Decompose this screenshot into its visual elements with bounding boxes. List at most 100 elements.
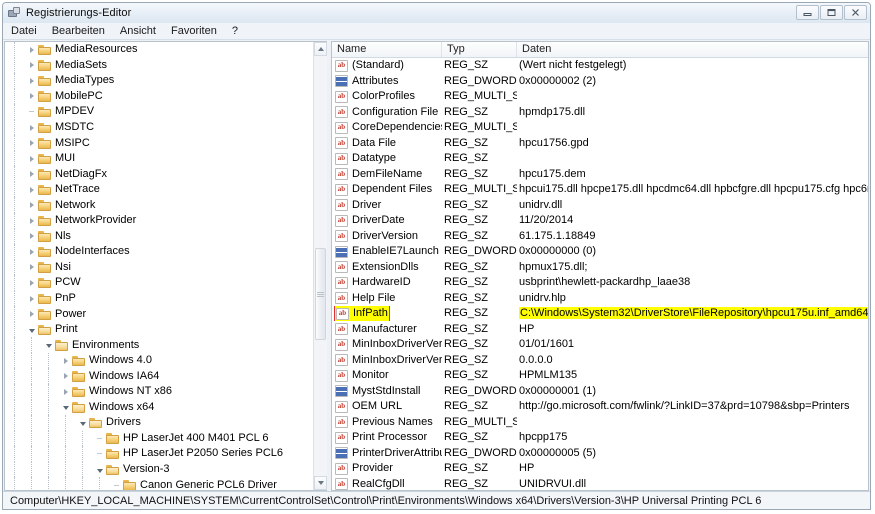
column-header-data[interactable]: Daten xyxy=(517,42,868,57)
tree-item[interactable]: NodeInterfaces xyxy=(5,244,313,260)
minimize-button[interactable] xyxy=(796,5,819,20)
collapse-arrow-icon[interactable] xyxy=(77,417,88,428)
tree-scroll-up-button[interactable] xyxy=(314,42,327,56)
menu-help[interactable]: ? xyxy=(232,23,247,39)
column-header-type[interactable]: Typ xyxy=(442,42,517,57)
tree-item[interactable]: MediaResources xyxy=(5,42,313,58)
tree-item[interactable]: PCW xyxy=(5,275,313,291)
value-row[interactable]: Driver REG_SZ unidrv.dll xyxy=(332,198,868,214)
tree-item[interactable]: HP LaserJet P2050 Series PCL6 xyxy=(5,446,313,462)
expand-arrow-icon[interactable] xyxy=(26,309,37,320)
tree-item[interactable]: Version-3 xyxy=(5,461,313,478)
tree-item[interactable]: Canon Generic PCL6 Driver xyxy=(5,477,313,490)
value-row[interactable]: ExtensionDlls REG_SZ hpmux175.dll; xyxy=(332,260,868,276)
tree-item[interactable]: NetTrace xyxy=(5,181,313,198)
tree-item[interactable]: MobilePC xyxy=(5,88,313,105)
value-row[interactable]: Provider REG_SZ HP xyxy=(332,461,868,477)
expand-arrow-icon[interactable] xyxy=(26,44,37,55)
value-row[interactable]: DemFileName REG_SZ hpcu175.dem xyxy=(332,167,868,183)
tree-item[interactable]: Print xyxy=(5,321,313,338)
collapse-arrow-icon[interactable] xyxy=(26,324,37,335)
expand-arrow-icon[interactable] xyxy=(26,293,37,304)
tree-item[interactable]: Nsi xyxy=(5,259,313,276)
value-row[interactable]: InfPath REG_SZ C:\Windows\System32\DriverS… xyxy=(332,306,868,322)
expand-arrow-icon[interactable] xyxy=(26,75,37,86)
collapse-arrow-icon[interactable] xyxy=(60,402,71,413)
collapse-arrow-icon[interactable] xyxy=(43,340,54,351)
expand-arrow-icon[interactable] xyxy=(26,246,37,257)
expand-arrow-icon[interactable] xyxy=(26,215,37,226)
value-row[interactable]: RealCfgDll REG_SZ UNIDRVUI.dll xyxy=(332,477,868,490)
value-row[interactable]: Attributes REG_DWORD 0x00000002 (2) xyxy=(332,74,868,90)
value-row[interactable]: Configuration File REG_SZ hpmdp175.dll xyxy=(332,105,868,121)
expand-arrow-icon[interactable] xyxy=(26,231,37,242)
menu-datei[interactable]: Datei xyxy=(11,23,46,39)
tree-scrollbar-thumb[interactable] xyxy=(315,248,326,340)
expand-arrow-icon[interactable] xyxy=(26,262,37,273)
registry-key-tree[interactable]: MediaResources MediaSets MediaTypes MobileP… xyxy=(5,42,313,490)
value-row[interactable]: (Standard) REG_SZ (Wert nicht festgelegt) xyxy=(332,58,868,74)
value-row[interactable]: MinInboxDriverVerVersionREG_SZ 0.0.0.0 xyxy=(332,353,868,369)
expand-arrow-icon[interactable] xyxy=(26,169,37,180)
value-row[interactable]: Previous Names REG_MULTI_SZ xyxy=(332,415,868,431)
tree-item[interactable]: PnP xyxy=(5,290,313,307)
value-row[interactable]: Help File REG_SZ unidrv.hlp xyxy=(332,291,868,307)
value-row[interactable]: ColorProfiles REG_MULTI_SZ xyxy=(332,89,868,105)
value-row[interactable]: EnableIE7Launch REG_DWORD 0x00000000 (0) xyxy=(332,244,868,260)
tree-item[interactable]: Windows IA64 xyxy=(5,368,313,385)
tree-item[interactable]: MUI xyxy=(5,150,313,167)
collapse-arrow-icon[interactable] xyxy=(94,464,105,475)
menu-ansicht[interactable]: Ansicht xyxy=(120,23,165,39)
value-row[interactable]: Manufacturer REG_SZ HP xyxy=(332,322,868,338)
value-row[interactable]: PrinterDriverAttributesREG_DWORD0x000000… xyxy=(332,446,868,462)
value-row[interactable]: Monitor REG_SZ HPMLM135 xyxy=(332,368,868,384)
tree-item[interactable]: Windows x64 xyxy=(5,399,313,416)
value-row[interactable]: HardwareID REG_SZ usbprint\hewlett-packard… xyxy=(332,275,868,291)
value-row[interactable]: OEM URL REG_SZ http://go.microsoft.com/fwl… xyxy=(332,399,868,415)
expand-arrow-icon[interactable] xyxy=(60,355,71,366)
expand-arrow-icon[interactable] xyxy=(26,200,37,211)
tree-item[interactable]: Environments xyxy=(5,337,313,353)
menu-bearbeiten[interactable]: Bearbeiten xyxy=(52,23,114,39)
expand-arrow-icon[interactable] xyxy=(60,386,71,397)
expand-arrow-icon[interactable] xyxy=(26,122,37,133)
expand-arrow-icon[interactable] xyxy=(26,91,37,102)
tree-scroll-down-button[interactable] xyxy=(314,476,327,490)
tree-item[interactable]: Windows NT x86 xyxy=(5,384,313,400)
tree-item[interactable]: MSIPC xyxy=(5,135,313,151)
expand-arrow-icon[interactable] xyxy=(26,277,37,288)
expand-arrow-icon[interactable] xyxy=(26,60,37,71)
expand-arrow-icon[interactable] xyxy=(26,184,37,195)
title-bar[interactable]: Registrierungs-Editor xyxy=(3,3,870,23)
value-row[interactable]: Datatype REG_SZ xyxy=(332,151,868,167)
tree-item[interactable]: Power xyxy=(5,306,313,322)
value-row[interactable]: DriverDate REG_SZ 11/20/2014 xyxy=(332,213,868,229)
value-row[interactable]: Data File REG_SZ hpcu1756.gpd xyxy=(332,136,868,152)
tree-item[interactable]: MediaSets xyxy=(5,57,313,74)
close-button[interactable] xyxy=(844,5,867,20)
tree-vertical-scrollbar[interactable] xyxy=(313,42,327,490)
value-row[interactable]: CoreDependenciesREG_MULTI_SZ xyxy=(332,120,868,136)
tree-item[interactable]: MSDTC xyxy=(5,119,313,136)
maximize-button[interactable] xyxy=(820,5,843,20)
tree-item[interactable]: Nls xyxy=(5,228,313,245)
tree-item[interactable]: MPDEV xyxy=(5,104,313,120)
tree-item[interactable]: NetDiagFx xyxy=(5,166,313,182)
value-row[interactable]: MinInboxDriverVerDateREG_SZ 01/01/1601 xyxy=(332,337,868,353)
tree-item[interactable]: MediaTypes xyxy=(5,73,313,89)
tree-item[interactable]: NetworkProvider xyxy=(5,213,313,229)
tree-item[interactable]: HP LaserJet 400 M401 PCL 6 xyxy=(5,430,313,447)
menu-favoriten[interactable]: Favoriten xyxy=(171,23,226,39)
tree-item[interactable]: Network xyxy=(5,197,313,214)
expand-arrow-icon[interactable] xyxy=(60,371,71,382)
value-row[interactable]: Print Processor REG_SZ hpcpp175 xyxy=(332,430,868,446)
column-header-name[interactable]: Name xyxy=(332,42,442,57)
value-row[interactable]: MystStdInstall REG_DWORD 0x00000001 (1) xyxy=(332,384,868,400)
value-row[interactable]: Dependent Files REG_MULTI_SZhpcui175.dll … xyxy=(332,182,868,198)
expand-arrow-icon[interactable] xyxy=(26,153,37,164)
expand-arrow-icon[interactable] xyxy=(26,138,37,149)
tree-item[interactable]: Drivers xyxy=(5,415,313,431)
tree-item[interactable]: Windows 4.0 xyxy=(5,352,313,369)
value-row[interactable]: DriverVersion REG_SZ 61.175.1.18849 xyxy=(332,229,868,245)
registry-values-list[interactable]: (Standard) REG_SZ (Wert nicht festgelegt) A… xyxy=(332,58,868,490)
